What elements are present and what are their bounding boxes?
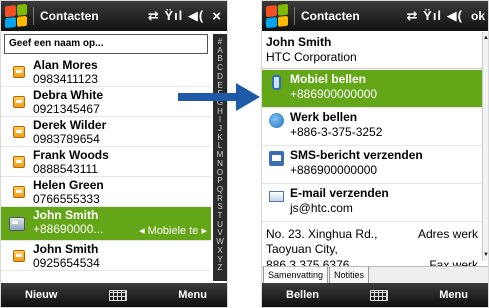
contact-number: 0888543111 <box>33 162 98 176</box>
soft-key-bar: Bellen Menu <box>262 283 488 307</box>
call-mobile-option[interactable]: Mobiel bellen +886900000000 <box>262 70 482 108</box>
new-softkey[interactable]: Nieuw <box>25 289 57 301</box>
scroll-up-icon[interactable]: ▲ <box>483 35 488 41</box>
contact-name: Frank Woods <box>33 148 109 162</box>
start-menu-icon[interactable] <box>5 3 27 29</box>
title-bar: Contacten ⇄ Ÿıl ◀( × <box>1 1 227 31</box>
option-label: Werk bellen <box>290 110 358 124</box>
divider <box>262 68 482 69</box>
option-label: SMS-bericht verzenden <box>290 148 423 162</box>
contact-name: Alan Mores <box>33 58 98 72</box>
mobile-phone-icon <box>272 75 281 90</box>
contact-item[interactable]: Derek Wilder 0983789654 <box>1 117 211 147</box>
work-fax[interactable]: 886 3 375 6376 Fax werk <box>266 258 478 266</box>
keyboard-icon[interactable] <box>108 289 127 301</box>
contact-item[interactable]: Frank Woods 0888543111 <box>1 147 211 177</box>
contact-item-selected[interactable]: John Smith +88690000... ◂ Mobiele te ▸ <box>1 207 211 241</box>
call-softkey[interactable]: Bellen <box>286 289 319 301</box>
keyboard-icon[interactable] <box>370 289 389 301</box>
contact-item[interactable]: John Smith 0925654534 <box>1 241 211 271</box>
contact-photo-icon <box>9 217 25 231</box>
send-sms-option[interactable]: SMS-bericht verzenden +886900000000 <box>262 146 482 184</box>
option-value: +886900000000 <box>290 163 378 177</box>
contact-card-icon <box>13 250 25 262</box>
contact-card-icon <box>13 156 25 168</box>
contact-name: John Smith <box>33 208 99 222</box>
number-type-selector[interactable]: ◂ Mobiele te ▸ <box>139 224 207 237</box>
contact-name: Derek Wilder <box>33 118 107 132</box>
tab-notes[interactable]: Notities <box>329 267 370 284</box>
option-label: E-mail verzenden <box>290 186 389 200</box>
soft-key-bar: Nieuw Menu <box>1 283 227 307</box>
menu-softkey[interactable]: Menu <box>178 289 207 301</box>
start-menu-icon[interactable] <box>266 3 288 29</box>
app-title: Contacten <box>301 9 360 23</box>
search-input[interactable]: Geef een naam op... <box>4 34 208 54</box>
close-icon[interactable]: × <box>212 8 221 25</box>
email-icon <box>269 191 284 202</box>
menu-softkey[interactable]: Menu <box>439 289 468 301</box>
alphabet-letter[interactable]: Z <box>218 264 223 273</box>
contact-item[interactable]: Helen Green 0766555333 <box>1 177 211 207</box>
contact-company: HTC Corporation <box>266 50 357 64</box>
contact-number: 0925654534 <box>33 256 100 270</box>
sms-icon <box>269 151 284 166</box>
contact-card-icon <box>13 96 25 108</box>
fax-type: Fax werk <box>429 258 478 266</box>
app-title: Contacten <box>40 9 99 23</box>
contact-card-icon <box>13 66 25 78</box>
contact-name: John Smith <box>266 35 332 49</box>
ok-button[interactable]: ok <box>471 9 485 23</box>
contact-number: 0983789654 <box>33 132 100 146</box>
option-value: +886900000000 <box>290 87 378 101</box>
scrollbar[interactable]: ▲ ▼ <box>482 32 488 261</box>
work-phone-icon <box>269 113 284 128</box>
title-separator <box>294 7 295 25</box>
title-separator <box>33 7 34 25</box>
contacts-list-screen: Contacten ⇄ Ÿıl ◀( × Geef een naam op...… <box>0 0 228 308</box>
address-type: Adres werk <box>417 227 478 241</box>
contact-details-screen: Contacten ⇄ Ÿıl ◀( ok John Smith HTC Cor… <box>261 0 489 308</box>
contact-number: 0766555333 <box>33 192 100 206</box>
option-label: Mobiel bellen <box>290 72 367 86</box>
contact-card-icon <box>13 126 25 138</box>
option-value: js@htc.com <box>290 201 353 215</box>
contact-card-icon <box>13 186 25 198</box>
tab-summary[interactable]: Samenvatting <box>263 267 329 284</box>
address-line: Taoyuan City, <box>266 242 338 256</box>
option-value: +886-3-375-3252 <box>290 125 383 139</box>
status-icons[interactable]: ⇄ Ÿıl ◀( <box>407 8 463 24</box>
contact-name: John Smith <box>33 242 99 256</box>
alphabet-index[interactable]: #ABCDEFGHIJKLMNOPQRSTUVWXYZ <box>213 34 227 281</box>
title-bar: Contacten ⇄ Ÿıl ◀( ok <box>262 1 488 31</box>
work-address[interactable]: No. 23. Xinghua Rd., Taoyuan City, Adres… <box>266 227 478 257</box>
call-work-option[interactable]: Werk bellen +886-3-375-3252 <box>262 108 482 146</box>
contact-actions-list: Mobiel bellen +886900000000 Werk bellen … <box>262 70 482 222</box>
status-icons[interactable]: ⇄ Ÿıl ◀( <box>148 8 204 24</box>
fax-value: 886 3 375 6376 <box>266 258 350 266</box>
arrow-right-icon <box>178 83 260 111</box>
send-email-option[interactable]: E-mail verzenden js@htc.com <box>262 184 482 222</box>
contact-name: Helen Green <box>33 178 104 192</box>
scroll-down-icon[interactable]: ▼ <box>483 252 488 258</box>
contact-header: John Smith HTC Corporation <box>266 35 357 65</box>
